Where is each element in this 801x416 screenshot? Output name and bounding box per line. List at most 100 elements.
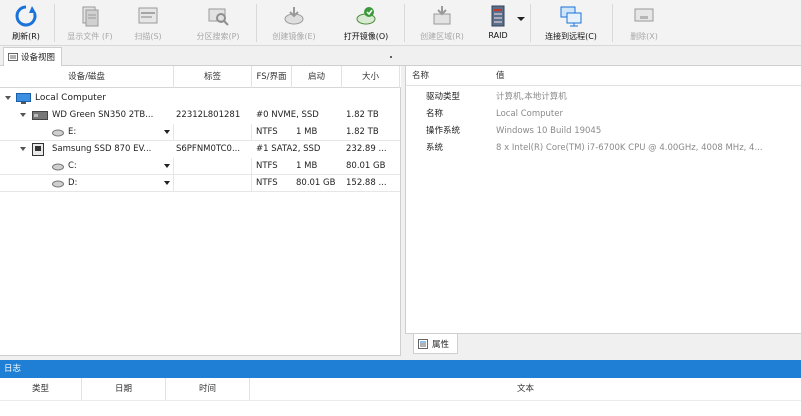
partition-fs: NTFS: [256, 161, 278, 171]
property-row[interactable]: 系统 8 x Intel(R) Core(TM) i7-6700K CPU @ …: [406, 140, 801, 157]
disk-size: 232.89 ...: [346, 144, 387, 154]
property-value: Local Computer: [496, 109, 563, 119]
property-row[interactable]: 操作系统 Windows 10 Build 19045: [406, 123, 801, 140]
show-files-button[interactable]: 显示文件 (F): [58, 2, 122, 44]
partition-icon: [52, 180, 64, 188]
connect-remote-icon: [560, 6, 582, 27]
property-value: 计算机,本地计算机: [496, 92, 567, 102]
create-image-button[interactable]: 创建镜像(E): [262, 2, 326, 44]
property-name: 操作系统: [426, 126, 461, 136]
scan-button[interactable]: 扫描(S): [128, 2, 168, 44]
column-value[interactable]: 值: [496, 66, 576, 86]
scan-label: 扫描(S): [134, 32, 162, 41]
device-panel: 设备/磁盘 标签 FS/界面 启动 大小 Local Computer WD G…: [0, 66, 401, 356]
refresh-button[interactable]: 刷新(R): [2, 2, 50, 44]
column-device[interactable]: 设备/磁盘: [0, 66, 174, 88]
column-fs[interactable]: FS/界面: [252, 66, 292, 88]
column-start[interactable]: 启动: [292, 66, 342, 88]
partition-search-icon: [208, 8, 229, 26]
partition-size: 1.82 TB: [346, 127, 379, 137]
log-panel: 日志 类型 日期 时间 文本: [0, 360, 801, 416]
refresh-icon: [15, 5, 37, 27]
log-header: 类型 日期 时间 文本: [0, 378, 801, 400]
property-name: 系统: [426, 143, 444, 153]
column-label[interactable]: 标签: [174, 66, 252, 88]
partition-search-button[interactable]: 分区搜索(P): [186, 2, 250, 44]
computer-icon: [16, 93, 31, 104]
disk-label: S6PFNM0TC0...: [176, 144, 241, 154]
create-region-button[interactable]: 创建区域(R): [410, 2, 474, 44]
log-column-type[interactable]: 类型: [0, 378, 82, 400]
raid-button[interactable]: RAID: [482, 2, 514, 44]
collapse-icon[interactable]: [5, 96, 11, 100]
partition-start: 80.01 GB: [296, 178, 336, 188]
create-image-icon: [284, 7, 304, 25]
disk-name: Samsung SSD 870 EV...: [52, 144, 152, 154]
partition-size: 152.88 ...: [346, 178, 387, 188]
device-table-header: 设备/磁盘 标签 FS/界面 启动 大小: [0, 66, 401, 88]
chevron-down-icon[interactable]: [164, 164, 170, 168]
raid-icon: [491, 5, 505, 27]
property-name: 驱动类型: [426, 92, 461, 102]
tree-row-partition[interactable]: C: NTFS 1 MB 80.01 GB: [0, 158, 400, 175]
refresh-label: 刷新(R): [12, 32, 40, 41]
chevron-down-icon[interactable]: [164, 130, 170, 134]
tab-device-view[interactable]: 设备视图: [3, 47, 63, 66]
properties-icon: [418, 338, 428, 349]
log-column-date[interactable]: 日期: [82, 378, 166, 400]
scan-icon: [138, 7, 158, 24]
delete-button[interactable]: 删除(X): [620, 2, 668, 44]
partition-name: C:: [68, 158, 174, 175]
device-view-icon: [8, 53, 18, 61]
ssd-drive-icon: [32, 143, 44, 156]
open-image-icon: [356, 7, 376, 25]
partition-name: D:: [68, 175, 174, 192]
chevron-down-icon[interactable]: [516, 14, 526, 24]
show-files-label: 显示文件 (F): [67, 32, 113, 41]
partition-label: [174, 124, 252, 141]
connect-remote-label: 连接到远程(C): [545, 32, 597, 41]
disk-interface: #0 NVME, SSD: [256, 110, 319, 120]
partition-label: [174, 158, 252, 175]
partition-search-label: 分区搜索(P): [196, 32, 240, 41]
tree-row-disk[interactable]: WD Green SN350 2TB... 22312L801281 #0 NV…: [0, 107, 400, 124]
tab-strip: 设备视图: [0, 46, 801, 66]
property-row[interactable]: 驱动类型 计算机,本地计算机: [406, 89, 801, 106]
partition-fs: NTFS: [256, 178, 278, 188]
chevron-down-icon[interactable]: [164, 181, 170, 185]
column-size[interactable]: 大小: [342, 66, 400, 88]
local-computer-label: Local Computer: [35, 93, 106, 103]
show-files-icon: [82, 6, 99, 27]
disk-label: 22312L801281: [176, 110, 241, 120]
property-row[interactable]: 名称 Local Computer: [406, 106, 801, 123]
partition-label: [174, 175, 252, 192]
property-name: 名称: [426, 109, 444, 119]
partition-start: 1 MB: [296, 127, 318, 137]
log-column-time[interactable]: 时间: [166, 378, 250, 400]
tree-row-local-computer[interactable]: Local Computer: [0, 90, 400, 107]
tree-row-partition[interactable]: E: NTFS 1 MB 1.82 TB: [0, 124, 400, 141]
log-list[interactable]: [0, 400, 801, 416]
disk-interface: #1 SATA2, SSD: [256, 144, 321, 154]
log-column-text[interactable]: 文本: [250, 378, 801, 400]
collapse-icon[interactable]: [20, 147, 26, 151]
partition-fs: NTFS: [256, 127, 278, 137]
connect-remote-button[interactable]: 连接到远程(C): [536, 2, 606, 44]
column-name[interactable]: 名称: [412, 66, 492, 86]
create-image-label: 创建镜像(E): [272, 32, 316, 41]
delete-label: 删除(X): [630, 32, 658, 41]
properties-header: 名称 值: [406, 66, 801, 86]
open-image-label: 打开镜像(O): [343, 32, 389, 41]
create-region-icon: [433, 6, 451, 25]
log-title: 日志: [0, 360, 801, 378]
raid-label: RAID: [488, 31, 508, 40]
create-region-label: 创建区域(R): [420, 32, 464, 41]
disk-name: WD Green SN350 2TB...: [52, 110, 154, 120]
tab-properties[interactable]: 属性: [413, 334, 459, 354]
partition-start: 1 MB: [296, 161, 318, 171]
tree-row-partition[interactable]: D: NTFS 80.01 GB 152.88 ...: [0, 175, 400, 192]
collapse-icon[interactable]: [20, 113, 26, 117]
nvme-drive-icon: [32, 111, 48, 120]
tree-row-disk[interactable]: Samsung SSD 870 EV... S6PFNM0TC0... #1 S…: [0, 141, 400, 158]
open-image-button[interactable]: 打开镜像(O): [334, 2, 398, 44]
